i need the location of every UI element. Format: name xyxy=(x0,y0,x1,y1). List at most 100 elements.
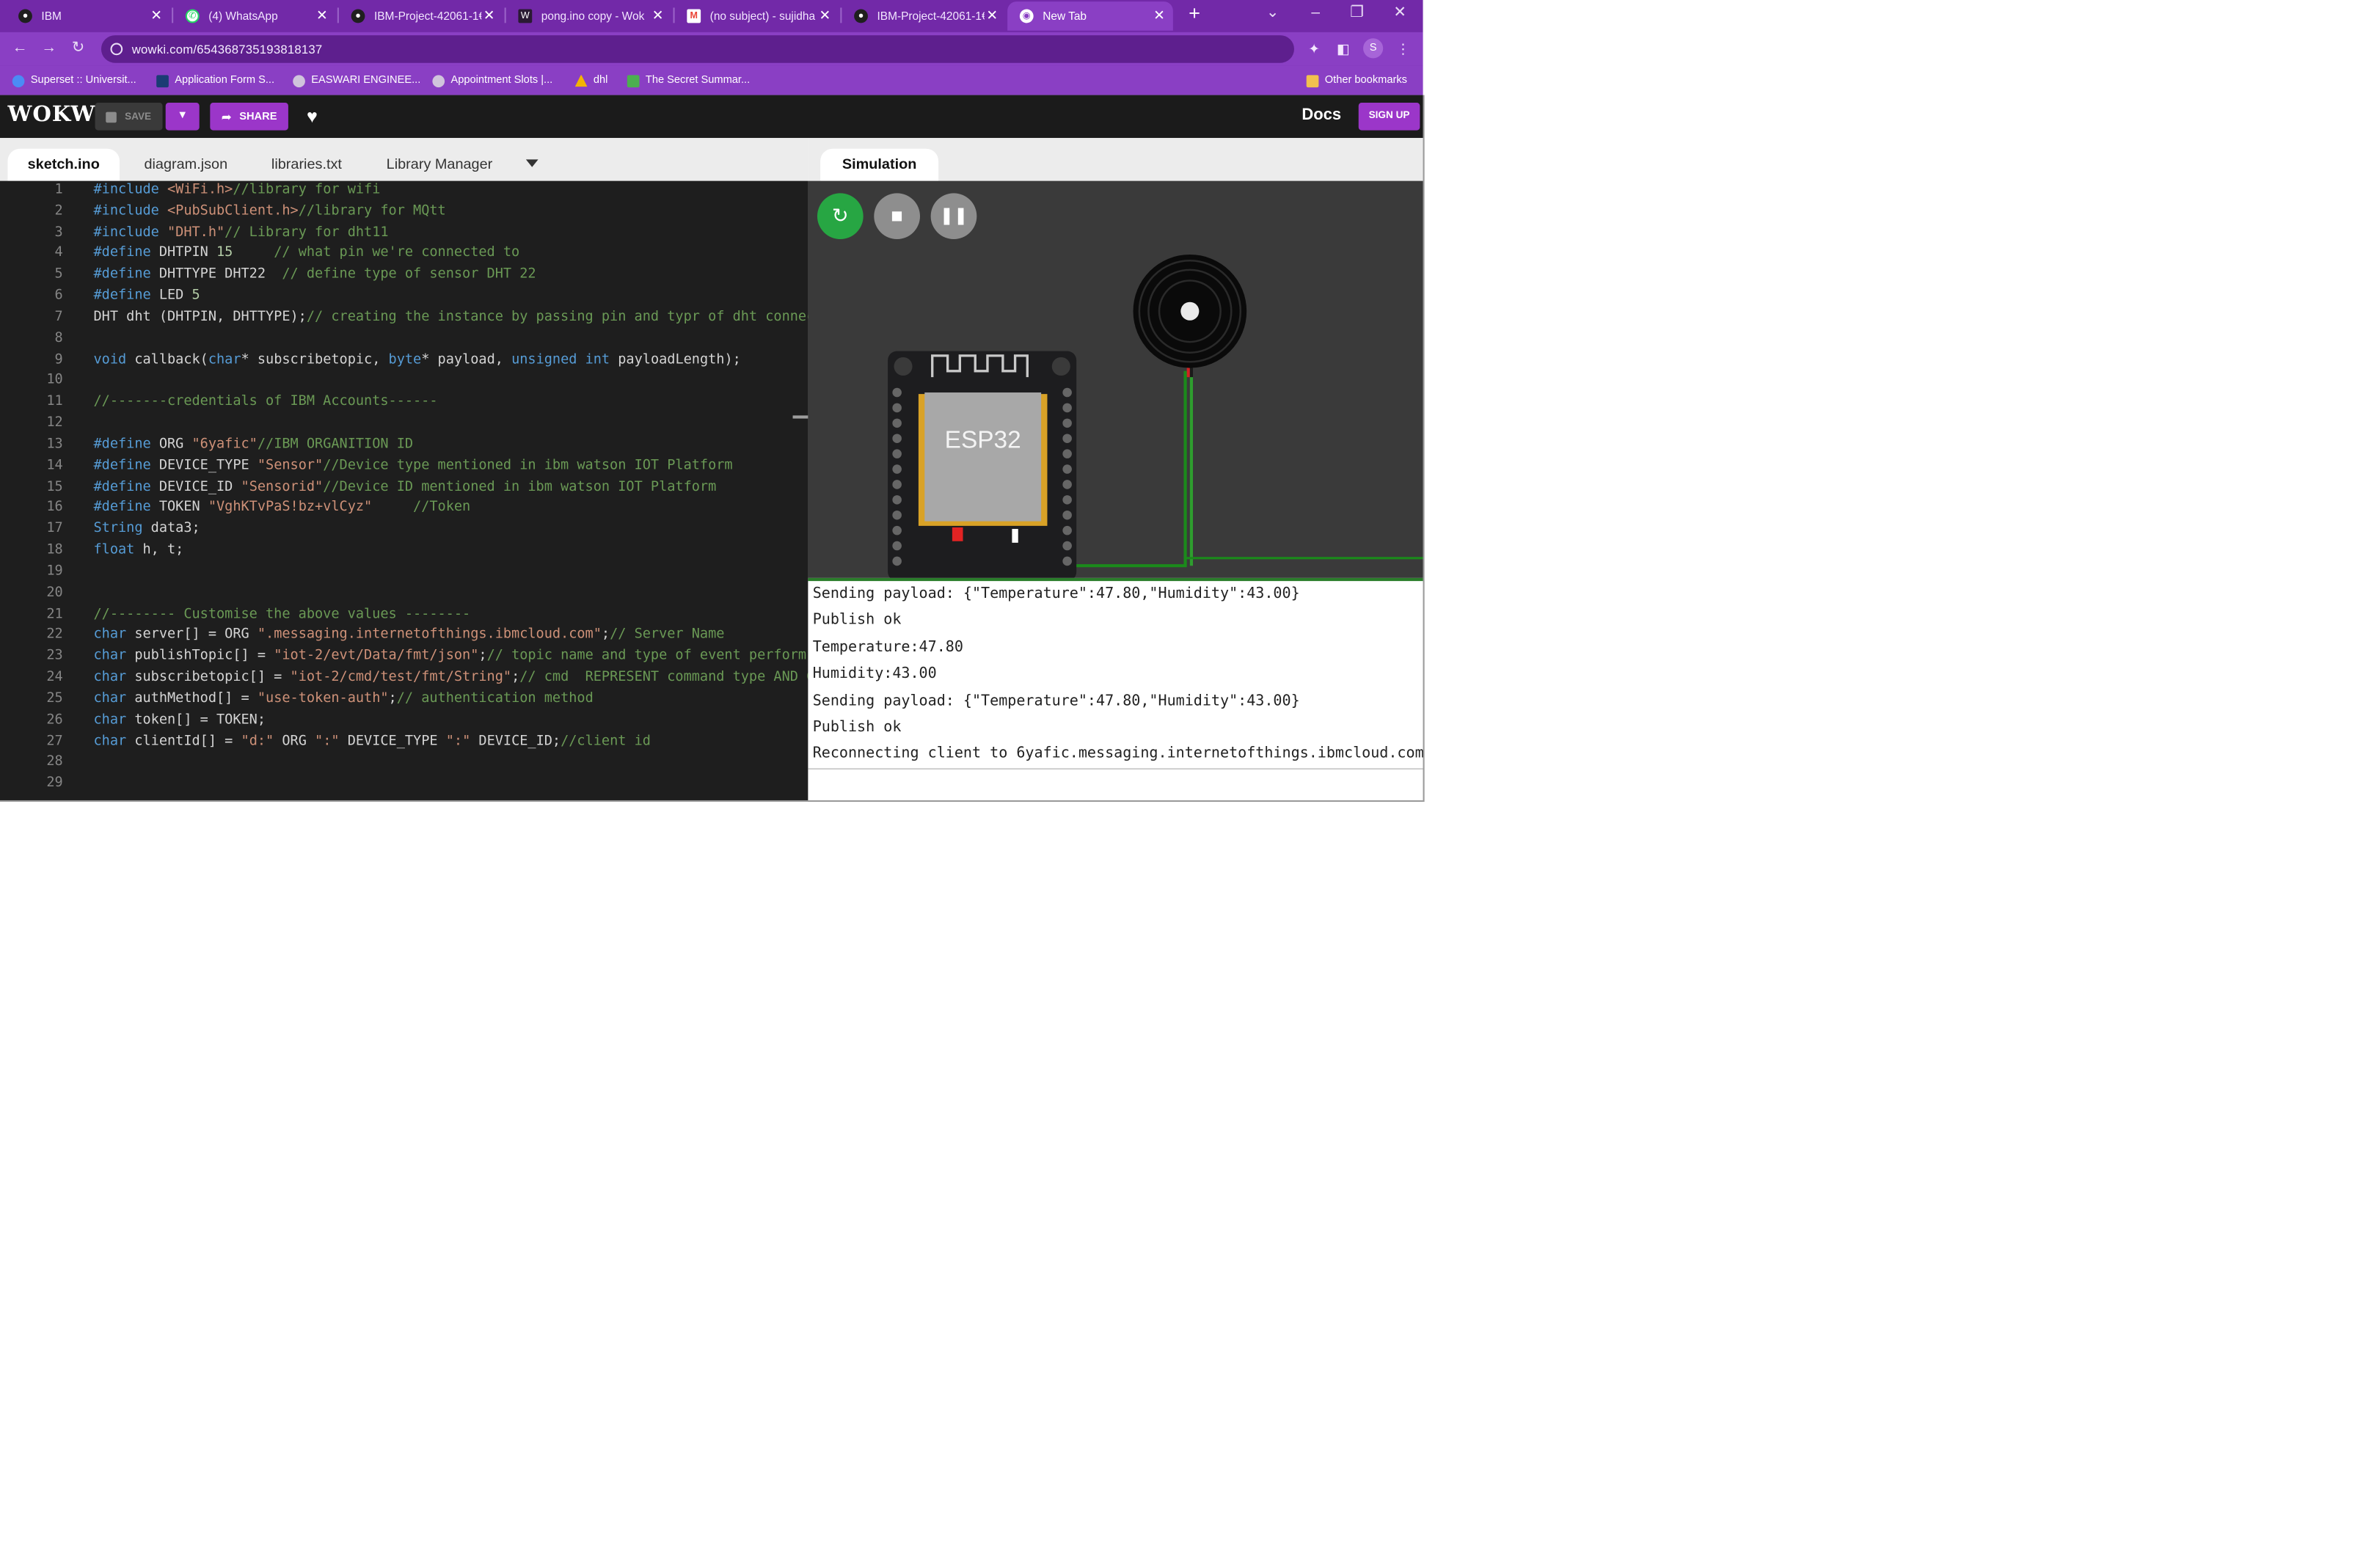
code-line[interactable]: 5 #define DHTTYPE DHT22 // define type of… xyxy=(0,266,808,287)
heart-icon[interactable]: ♥ xyxy=(307,104,318,128)
profile-avatar[interactable]: S xyxy=(1363,38,1384,59)
bookmark-item[interactable]: Superset :: Universit... xyxy=(12,70,136,90)
reload-icon[interactable]: ↻ xyxy=(67,38,89,59)
stop-simulation-button[interactable]: ■ xyxy=(874,193,920,240)
browser-tab[interactable]: W pong.ino copy - Wok ✕ xyxy=(506,1,672,31)
code-line[interactable]: 6 #define LED 5 xyxy=(0,287,808,308)
close-tab-icon[interactable]: ✕ xyxy=(650,8,665,23)
code-token: <PubSubClient.h> xyxy=(167,203,299,219)
code-line[interactable]: 25 char authMethod[] = "use-token-auth";/… xyxy=(0,690,808,711)
simulation-canvas[interactable]: ESP32 ↻ ■ ❚❚ xyxy=(808,180,1423,578)
code-token: ORG xyxy=(158,436,192,453)
code-line[interactable]: 8 xyxy=(0,329,808,351)
code-token: token[] = TOKEN; xyxy=(134,712,266,728)
code-line[interactable]: 21 //-------- Customise the above values … xyxy=(0,605,808,626)
other-bookmarks[interactable]: Other bookmarks xyxy=(1306,70,1407,90)
code-line[interactable]: 26 char token[] = TOKEN; xyxy=(0,711,808,732)
back-arrow-icon[interactable]: ← xyxy=(10,38,31,59)
serial-monitor[interactable]: Sending payload: {"Temperature":47.80,"H… xyxy=(808,577,1423,769)
code-line[interactable]: 23 char publishTopic[] = "iot-2/evt/Data/… xyxy=(0,648,808,669)
scrollbar-marker[interactable] xyxy=(792,415,808,419)
browser-tab[interactable]: ● IBM-Project-42061-1€ ✕ xyxy=(842,1,1006,31)
code-line[interactable]: 3 #include "DHT.h"// Library for dht11 xyxy=(0,223,808,244)
bookmark-item[interactable]: dhl xyxy=(574,70,607,90)
code-line[interactable]: 13 #define ORG "6yafic"//IBM ORGANITION I… xyxy=(0,435,808,456)
wokwi-logo[interactable]: WOKWI xyxy=(7,103,106,127)
menu-kebab-icon[interactable]: ⋮ xyxy=(1394,40,1412,58)
code-line[interactable]: 4 #define DHTPIN 15 // what pin we're con… xyxy=(0,244,808,266)
close-tab-icon[interactable]: ✕ xyxy=(314,8,329,23)
bookmark-item[interactable]: Application Form S... xyxy=(156,70,274,90)
bookmark-item[interactable]: The Secret Summar... xyxy=(627,70,750,90)
close-tab-icon[interactable]: ✕ xyxy=(481,8,497,23)
code-token: ":" xyxy=(445,734,471,750)
browser-tab[interactable]: M (no subject) - sujidha ✕ xyxy=(675,1,839,31)
code-line[interactable]: 20 xyxy=(0,584,808,605)
docs-link[interactable]: Docs xyxy=(1302,106,1341,124)
save-button[interactable]: SAVE xyxy=(95,103,163,131)
close-tab-icon[interactable]: ✕ xyxy=(1152,8,1167,23)
code-line[interactable]: 24 char subscribetopic[] = "iot-2/cmd/tes… xyxy=(0,668,808,690)
bookmark-item[interactable]: EASWARI ENGINEE... xyxy=(293,70,420,90)
code-line[interactable]: 27 char clientId[] = "d:" ORG ":" DEVICE_… xyxy=(0,732,808,753)
serial-line: Sending payload: {"Temperature":47.80,"H… xyxy=(812,692,1300,709)
code-line[interactable]: 15 #define DEVICE_ID "Sensorid"//Device I… xyxy=(0,478,808,499)
code-line[interactable]: 19 xyxy=(0,563,808,584)
close-tab-icon[interactable]: ✕ xyxy=(817,8,833,23)
tab-sketch-ino[interactable]: sketch.ino xyxy=(7,148,120,181)
browser-tab-active[interactable]: ◉ New Tab ✕ xyxy=(1007,1,1173,31)
line-number: 12 xyxy=(46,415,63,431)
restart-simulation-button[interactable]: ↻ xyxy=(817,193,864,240)
code-token: "iot-2/cmd/test/fmt/String" xyxy=(290,670,512,686)
code-editor[interactable]: 1 #include <WiFi.h>//library for wifi 2 #in… xyxy=(0,180,808,800)
tab-libraries-txt[interactable]: libraries.txt xyxy=(252,149,362,181)
close-tab-icon[interactable]: ✕ xyxy=(985,8,1000,23)
code-token: char xyxy=(93,627,135,643)
code-line[interactable]: 22 char server[] = ORG ".messaging.intern… xyxy=(0,626,808,648)
code-line[interactable]: 16 #define TOKEN "VghKTvPaS!bz+vlCyz" //T… xyxy=(0,499,808,520)
line-number: 15 xyxy=(46,479,63,495)
code-line[interactable]: 18 float h, t; xyxy=(0,541,808,563)
code-line[interactable]: 7 DHT dht (DHTPIN, DHTTYPE);// creating t… xyxy=(0,308,808,329)
code-text: char subscribetopic[] = "iot-2/cmd/test/… xyxy=(93,668,808,690)
side-panel-icon[interactable]: ◧ xyxy=(1334,40,1352,58)
browser-tab[interactable]: ✆ (4) WhatsApp ✕ xyxy=(173,1,336,31)
restore-button[interactable]: ❐ xyxy=(1339,1,1376,26)
browser-tab[interactable]: ● IBM ✕ xyxy=(6,1,170,31)
code-line[interactable]: 11 //-------credentials of IBM Accounts--… xyxy=(0,393,808,414)
code-token: char xyxy=(93,734,135,750)
code-text: String data3; xyxy=(93,520,200,541)
bookmark-item[interactable]: Appointment Slots |... xyxy=(432,70,552,90)
code-line[interactable]: 29 xyxy=(0,775,808,796)
tab-search-icon[interactable]: ⌄ xyxy=(1255,1,1291,26)
code-line[interactable]: 14 #define DEVICE_TYPE "Sensor"//Device t… xyxy=(0,456,808,478)
chevron-down-icon[interactable] xyxy=(525,159,539,167)
code-line[interactable]: 9 void callback(char* subscribetopic, byt… xyxy=(0,351,808,372)
tab-diagram-json[interactable]: diagram.json xyxy=(124,149,247,181)
save-options-dropdown[interactable]: ▼ xyxy=(165,103,200,131)
new-tab-button[interactable]: + xyxy=(1183,2,1205,24)
extensions-icon[interactable]: ✦ xyxy=(1305,40,1324,58)
code-text: void callback(char* subscribetopic, byte… xyxy=(93,351,740,372)
pause-simulation-button[interactable]: ❚❚ xyxy=(930,193,977,240)
buzzer[interactable] xyxy=(1133,254,1247,368)
code-line[interactable]: 17 String data3; xyxy=(0,520,808,541)
code-line[interactable]: 1 #include <WiFi.h>//library for wifi xyxy=(0,181,808,202)
esp32-board[interactable] xyxy=(888,351,1077,578)
code-line[interactable]: 12 xyxy=(0,414,808,436)
code-line[interactable]: 28 xyxy=(0,753,808,775)
code-line[interactable]: 10 xyxy=(0,372,808,393)
tab-simulation[interactable]: Simulation xyxy=(820,148,939,181)
code-line[interactable]: 2 #include <PubSubClient.h>//library for … xyxy=(0,202,808,224)
browser-tab[interactable]: ● IBM-Project-42061-1€ ✕ xyxy=(339,1,503,31)
close-window-button[interactable]: ✕ xyxy=(1381,1,1418,26)
forward-arrow-icon[interactable]: → xyxy=(38,38,59,59)
site-info-icon[interactable] xyxy=(110,43,123,56)
tab-library-manager[interactable]: Library Manager xyxy=(367,149,513,181)
minimize-button[interactable]: – xyxy=(1297,1,1334,26)
share-button[interactable]: ➦ SHARE xyxy=(210,103,288,131)
close-tab-icon[interactable]: ✕ xyxy=(149,8,164,23)
serial-input-field[interactable] xyxy=(808,768,1423,800)
address-bar[interactable]: wowki.com/654368735193818137 xyxy=(101,35,1294,63)
sign-up-button[interactable]: SIGN UP xyxy=(1358,103,1420,131)
